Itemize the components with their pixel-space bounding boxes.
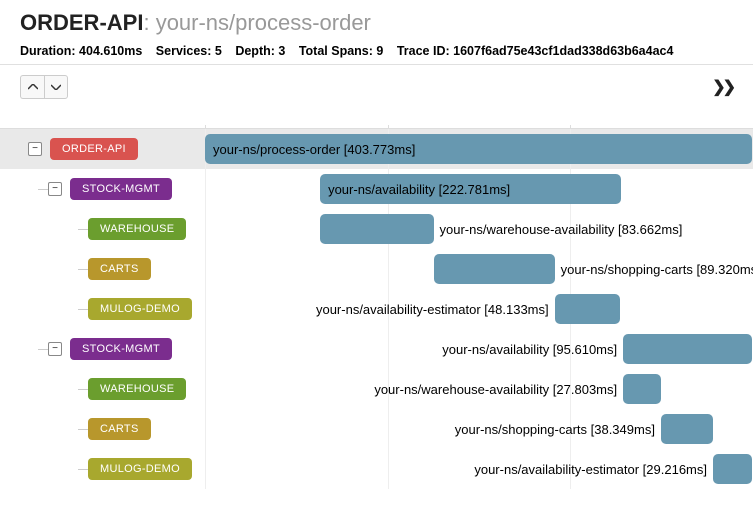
span-bar[interactable] [623, 334, 752, 364]
service-tag: CARTS [88, 418, 151, 440]
span-bar[interactable] [661, 414, 713, 444]
expand-button[interactable] [44, 75, 68, 99]
service-tag: ORDER-API [50, 138, 138, 160]
meta-traceid: 1607f6ad75e43cf1dad338d63b6a4ac4 [453, 44, 673, 58]
span-row[interactable]: −STOCK-MGMT your-ns/availability [222.781… [0, 169, 753, 209]
span-label-area: CARTS [0, 249, 205, 289]
span-bar-area: your-ns/availability-estimator [48.133ms… [205, 289, 753, 329]
service-tag: STOCK-MGMT [70, 338, 172, 360]
chevron-down-icon [51, 84, 61, 90]
span-label: your-ns/warehouse-availability [27.803ms… [374, 374, 623, 404]
span-row[interactable]: −STOCK-MGMT your-ns/availability [95.610m… [0, 329, 753, 369]
span-bar[interactable] [713, 454, 752, 484]
span-row[interactable]: MULOG-DEMO your-ns/availability-estimator… [0, 449, 753, 489]
span-bar-area: your-ns/warehouse-availability [27.803ms… [205, 369, 753, 409]
span-bar[interactable]: your-ns/availability [222.781ms] [320, 174, 621, 204]
service-tag: WAREHOUSE [88, 378, 186, 400]
title-service: ORDER-API [20, 10, 143, 35]
span-row[interactable]: CARTS your-ns/shopping-carts [89.320ms] [0, 249, 753, 289]
time-axis: 0ms 134.870ms 269.740ms 404.610ms [0, 107, 753, 129]
span-bar-area: your-ns/availability-estimator [29.216ms… [205, 449, 753, 489]
span-label: your-ns/availability-estimator [48.133ms… [316, 294, 555, 324]
span-bar-area: your-ns/shopping-carts [89.320ms] [205, 249, 753, 289]
expand-collapse-group [20, 75, 68, 99]
trace-chart: 0ms 134.870ms 269.740ms 404.610ms −ORDER… [0, 107, 753, 489]
span-label: your-ns/shopping-carts [89.320ms] [555, 254, 753, 284]
span-row[interactable]: −ORDER-APIyour-ns/process-order [403.773… [0, 129, 753, 169]
service-tag: MULOG-DEMO [88, 458, 192, 480]
header: ORDER-API: your-ns/process-order Duratio… [0, 0, 753, 65]
span-label-area: MULOG-DEMO [0, 449, 205, 489]
toggle-collapse-icon[interactable]: − [28, 142, 42, 156]
span-label-area: −STOCK-MGMT [0, 169, 205, 209]
span-label: your-ns/availability-estimator [29.216ms… [474, 454, 713, 484]
span-bar-area: your-ns/shopping-carts [38.349ms] [205, 409, 753, 449]
meta-depth: 3 [278, 44, 285, 58]
span-bar-area: your-ns/process-order [403.773ms] [205, 129, 753, 169]
title-operation: your-ns/process-order [156, 10, 371, 35]
span-label-area: −ORDER-API [0, 129, 205, 169]
span-label-area: WAREHOUSE [0, 369, 205, 409]
meta-bar: Duration: 404.610ms Services: 5 Depth: 3… [20, 44, 733, 58]
toggle-collapse-icon[interactable]: − [48, 182, 62, 196]
meta-duration: 404.610ms [79, 44, 142, 58]
span-bar[interactable] [434, 254, 555, 284]
chevron-up-icon [28, 84, 38, 90]
service-tag: WAREHOUSE [88, 218, 186, 240]
service-tag: STOCK-MGMT [70, 178, 172, 200]
span-bar[interactable] [623, 374, 661, 404]
span-row[interactable]: CARTS your-ns/shopping-carts [38.349ms] [0, 409, 753, 449]
span-row[interactable]: WAREHOUSE your-ns/warehouse-availability … [0, 369, 753, 409]
span-row[interactable]: WAREHOUSE your-ns/warehouse-availability … [0, 209, 753, 249]
meta-spans: 9 [376, 44, 383, 58]
span-bar[interactable]: your-ns/process-order [403.773ms] [205, 134, 752, 164]
toggle-collapse-icon[interactable]: − [48, 342, 62, 356]
span-label: your-ns/shopping-carts [38.349ms] [455, 414, 661, 444]
span-bar-area: your-ns/availability [95.610ms] [205, 329, 753, 369]
span-label-area: CARTS [0, 409, 205, 449]
span-bar-area: your-ns/availability [222.781ms] [205, 169, 753, 209]
collapse-button[interactable] [20, 75, 44, 99]
page-title: ORDER-API: your-ns/process-order [20, 10, 733, 36]
span-label: your-ns/warehouse-availability [83.662ms… [434, 214, 683, 244]
span-bar[interactable] [320, 214, 433, 244]
service-tag: MULOG-DEMO [88, 298, 192, 320]
span-bar-area: your-ns/warehouse-availability [83.662ms… [205, 209, 753, 249]
span-label: your-ns/availability [95.610ms] [442, 334, 623, 364]
span-bar[interactable] [555, 294, 620, 324]
controls: ❯❯ [0, 65, 753, 107]
span-row[interactable]: MULOG-DEMO your-ns/availability-estimator… [0, 289, 753, 329]
meta-services: 5 [215, 44, 222, 58]
span-label-area: MULOG-DEMO [0, 289, 205, 329]
span-label-area: WAREHOUSE [0, 209, 205, 249]
span-label-area: −STOCK-MGMT [0, 329, 205, 369]
service-tag: CARTS [88, 258, 151, 280]
expand-all-icon[interactable]: ❯❯ [712, 77, 733, 97]
